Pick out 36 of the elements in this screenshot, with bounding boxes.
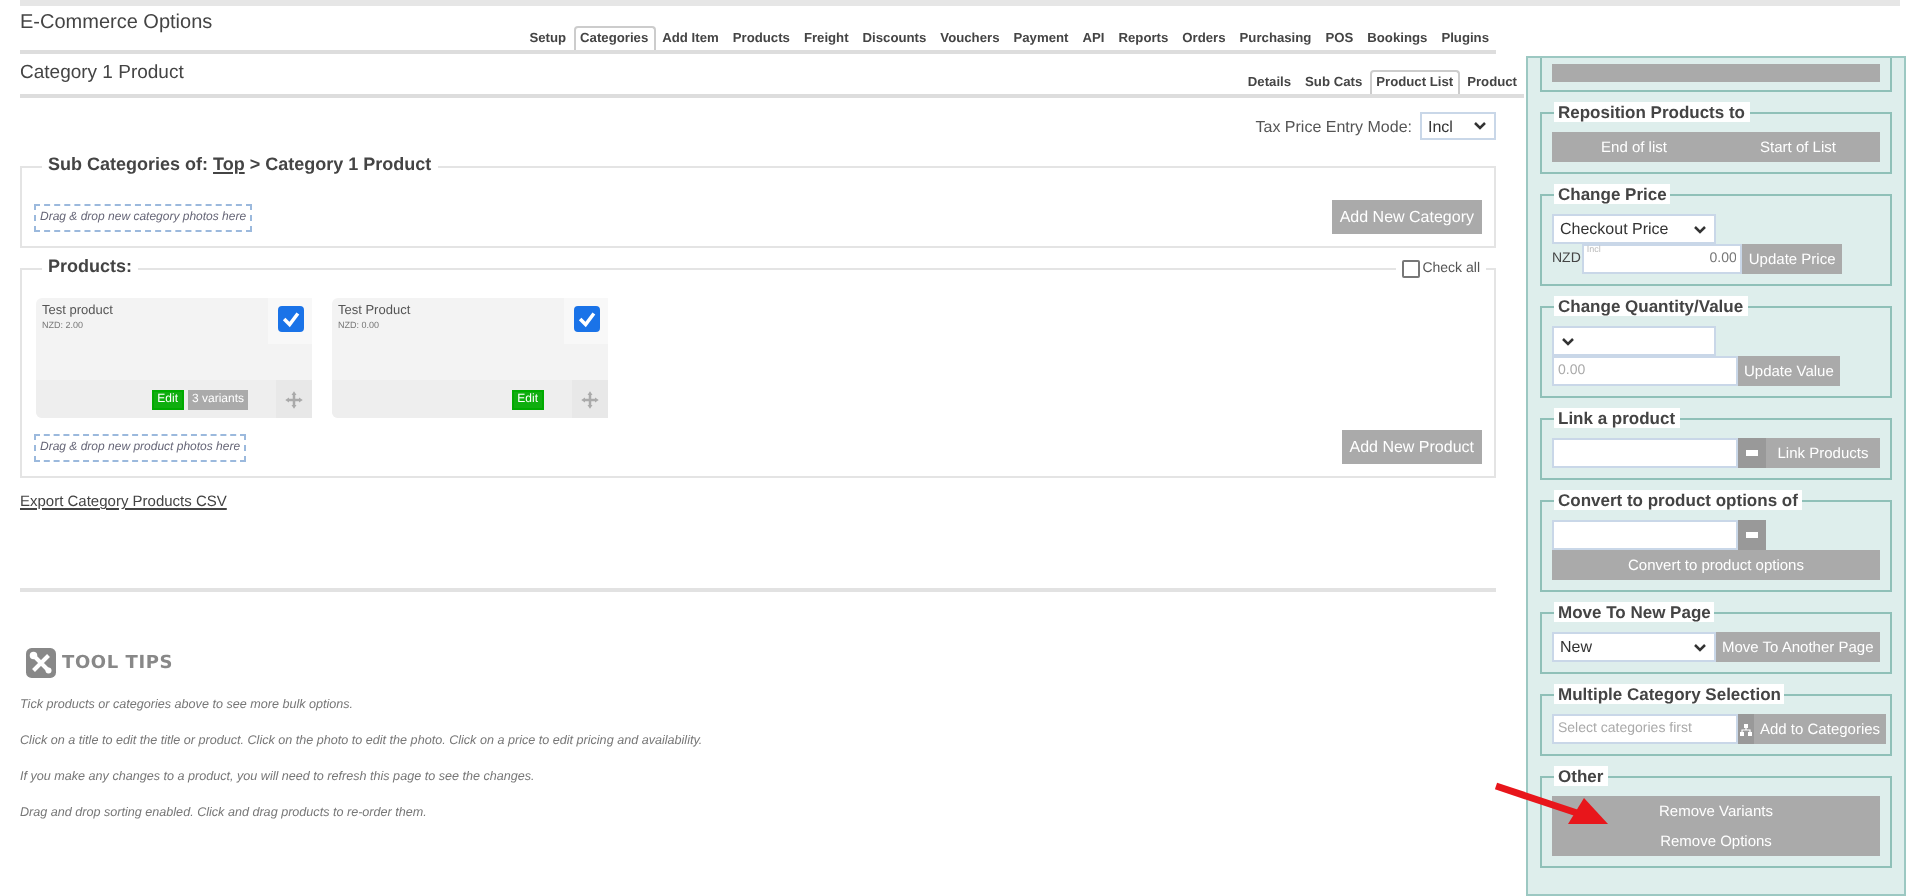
tax-mode-label: Tax Price Entry Mode: [1255,117,1412,135]
picker-button[interactable] [1738,520,1766,550]
move-icon [284,389,304,409]
dropdown[interactable] [1552,326,1716,356]
section-legend: Sub Categories of: Top > Category 1 Product [42,154,438,174]
product-checkbox[interactable] [574,306,600,332]
section-legend: Convert to product options of [1554,490,1802,510]
page-title: E-Commerce Options [20,12,213,38]
input-field[interactable] [1552,438,1738,468]
tax-mode-select[interactable]: Incl [1420,112,1496,140]
top-link[interactable]: Top [213,154,245,174]
section-legend: Products: [42,256,139,276]
section-legend: Reposition Products to [1554,102,1749,122]
section-legend: Multiple Category Selection [1554,684,1785,704]
tool-tips-title: TOOL TIPS [62,653,174,673]
section-legend: Change Quantity/Value [1554,296,1748,316]
category-title: Category 1 Product [20,62,184,88]
section-legend: Change Price [1554,184,1671,204]
section-legend: Move To New Page [1554,602,1715,622]
tree-icon [1738,721,1754,737]
picker-button[interactable] [1738,438,1766,468]
tools-icon [26,648,56,678]
input-field[interactable] [1552,520,1738,550]
move-icon [580,389,600,409]
check-all-checkbox[interactable] [1402,260,1421,278]
section-legend: Other [1554,766,1608,786]
product-checkbox[interactable] [278,306,304,332]
chevron-icon [1692,639,1708,655]
dropdown[interactable]: Checkout Price [1552,214,1716,244]
chevron-icon [1472,118,1488,134]
section-legend: Link a product [1554,408,1680,428]
chevron-icon [1560,333,1576,349]
picker-button[interactable] [1738,714,1754,744]
chevron-icon [1692,221,1708,237]
dropdown[interactable]: New [1552,632,1716,662]
annotation-arrow [1492,780,1612,828]
